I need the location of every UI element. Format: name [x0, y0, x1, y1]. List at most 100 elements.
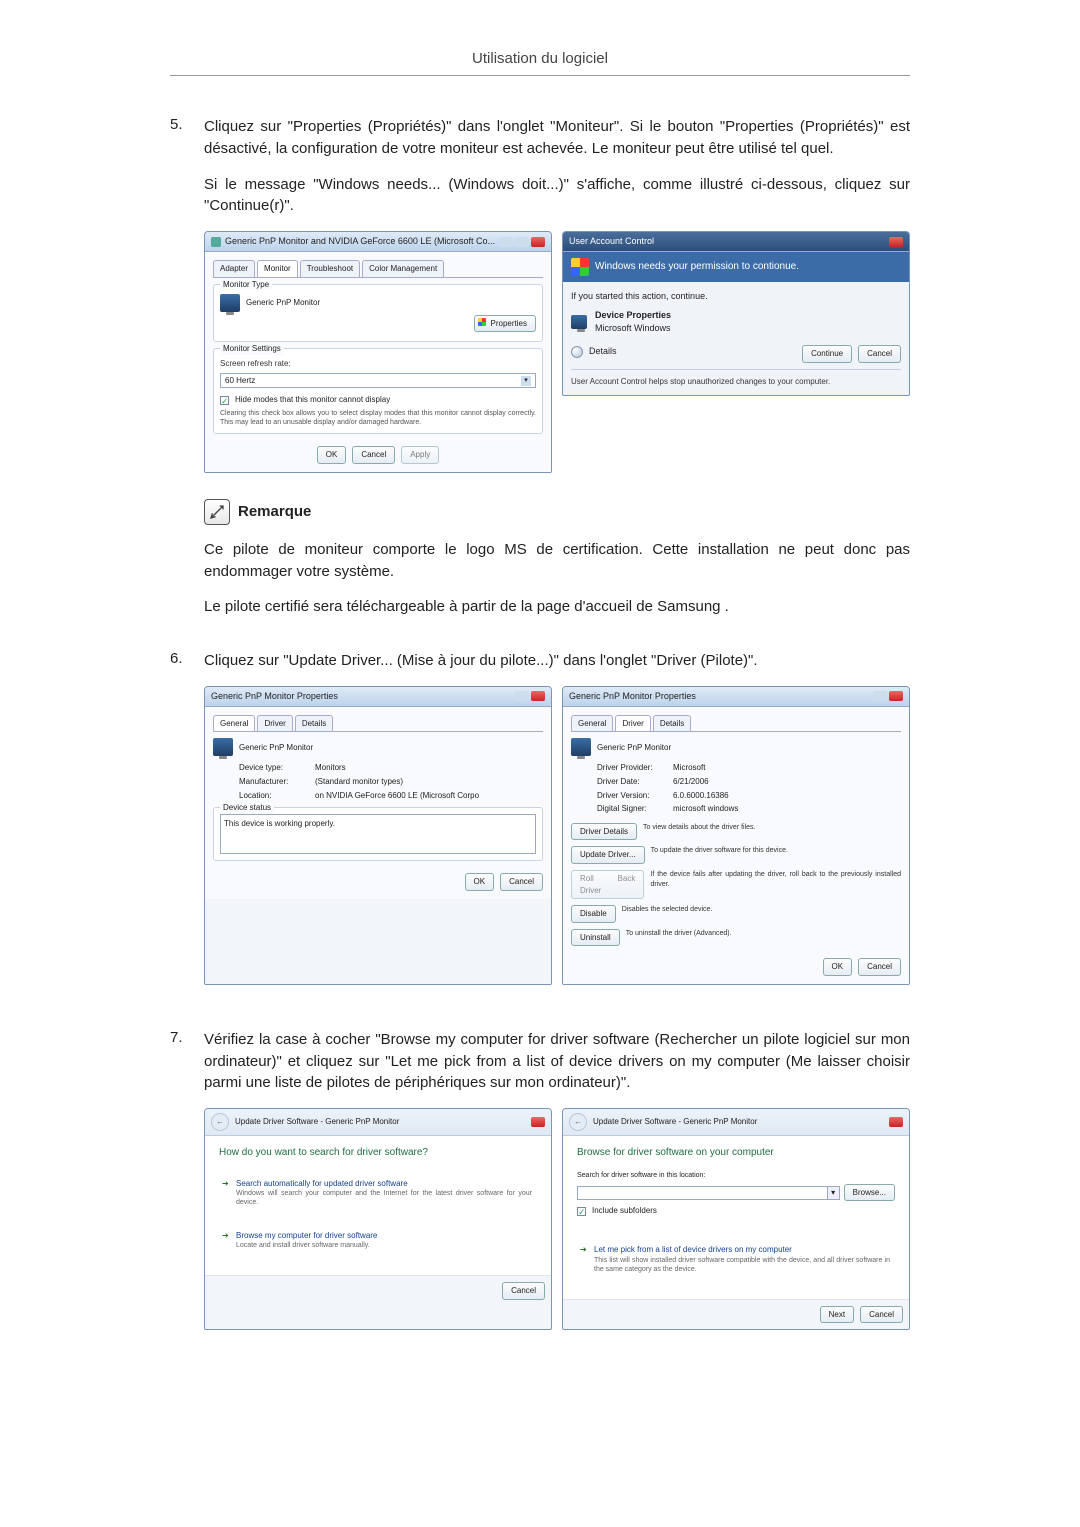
uac-note: User Account Control helps stop unauthor… [571, 369, 901, 388]
tab-details[interactable]: Details [295, 715, 333, 732]
note-icon [204, 499, 230, 525]
chevron-down-icon: ▾ [521, 376, 531, 386]
update-driver-wizard-search: ← Update Driver Software - Generic PnP M… [204, 1108, 552, 1330]
window-icon [211, 237, 221, 247]
tab-troubleshoot[interactable]: Troubleshoot [300, 260, 360, 277]
cancel-button[interactable]: Cancel [500, 873, 543, 891]
tab-general[interactable]: General [571, 715, 613, 732]
uac-program-name: Device Properties [595, 309, 671, 322]
monitor-icon [220, 294, 240, 312]
disable-button[interactable]: Disable [571, 905, 616, 923]
option-subtitle: Windows will search your computer and th… [236, 1189, 532, 1207]
wizard-question: How do you want to search for driver sof… [219, 1146, 537, 1161]
apply-button[interactable]: Apply [401, 446, 439, 464]
refresh-rate-value: 60 Hertz [225, 375, 255, 387]
tab-color-management[interactable]: Color Management [362, 260, 444, 277]
device-status-text: This device is working properly. [220, 814, 536, 854]
refresh-rate-select[interactable]: 60 Hertz ▾ [220, 373, 536, 389]
signer-label: Digital Signer: [597, 803, 667, 815]
include-subfolders-checkbox[interactable] [577, 1207, 586, 1216]
update-driver-button[interactable]: Update Driver... [571, 846, 645, 864]
breadcrumb: Update Driver Software - Generic PnP Mon… [593, 1116, 757, 1128]
back-button[interactable]: ← [211, 1113, 229, 1131]
ok-button[interactable]: OK [465, 873, 495, 891]
option-pick-from-list[interactable]: Let me pick from a list of device driver… [577, 1237, 895, 1281]
properties-button[interactable]: Properties [474, 315, 536, 333]
step7-text: Vérifiez la case à cocher "Browse my com… [204, 1029, 910, 1094]
uac-banner-text: Windows needs your permission to contion… [595, 260, 799, 275]
browse-button[interactable]: Browse... [844, 1184, 895, 1202]
remark-text-1: Ce pilote de moniteur comporte le logo M… [204, 539, 910, 583]
date-label: Driver Date: [597, 776, 667, 788]
close-icon[interactable] [889, 1117, 903, 1127]
close-icon[interactable] [531, 237, 545, 247]
cancel-button[interactable]: Cancel [860, 1306, 903, 1324]
ok-button[interactable]: OK [317, 446, 347, 464]
location-label: Location: [239, 790, 309, 802]
disable-desc: Disables the selected device. [622, 905, 713, 915]
option-title: Search automatically for updated driver … [236, 1178, 532, 1190]
continue-button[interactable]: Continue [802, 345, 852, 363]
cancel-button[interactable]: Cancel [858, 345, 901, 363]
uninstall-button[interactable]: Uninstall [571, 929, 620, 947]
step5-text-2: Si le message "Windows needs... (Windows… [204, 174, 910, 218]
tab-details[interactable]: Details [653, 715, 691, 732]
program-icon [571, 315, 587, 329]
breadcrumb: Update Driver Software - Generic PnP Mon… [235, 1116, 399, 1128]
details-toggle-icon[interactable] [571, 346, 583, 358]
monitor-icon [213, 738, 233, 756]
step-number: 6. [170, 650, 204, 1011]
rollback-button[interactable]: Roll Back Driver [571, 870, 644, 899]
cancel-button[interactable]: Cancel [858, 958, 901, 976]
minimize-icon[interactable] [873, 691, 887, 701]
close-icon[interactable] [531, 691, 545, 701]
close-icon[interactable] [531, 1117, 545, 1127]
hide-modes-label: Hide modes that this monitor cannot disp… [235, 394, 390, 406]
provider-label: Driver Provider: [597, 762, 667, 774]
remark-label: Remarque [238, 501, 311, 523]
device-status-legend: Device status [220, 802, 274, 814]
driver-details-button[interactable]: Driver Details [571, 823, 637, 841]
back-button[interactable]: ← [569, 1113, 587, 1131]
option-title: Let me pick from a list of device driver… [594, 1244, 890, 1256]
device-name: Generic PnP Monitor [597, 742, 671, 754]
minimize-icon[interactable] [515, 691, 529, 701]
device-type-value: Monitors [315, 762, 543, 774]
rollback-desc: If the device fails after updating the d… [650, 870, 901, 890]
uac-started-text: If you started this action, continue. [571, 290, 901, 303]
tab-driver[interactable]: Driver [257, 715, 292, 732]
cancel-button[interactable]: Cancel [352, 446, 395, 464]
tab-driver[interactable]: Driver [615, 715, 650, 732]
driver-details-desc: To view details about the driver files. [643, 823, 755, 833]
monitor-properties-dialog: Generic PnP Monitor and NVIDIA GeForce 6… [204, 231, 552, 473]
version-label: Driver Version: [597, 790, 667, 802]
manufacturer-label: Manufacturer: [239, 776, 309, 788]
provider-value: Microsoft [673, 762, 901, 774]
tab-adapter[interactable]: Adapter [213, 260, 255, 277]
tab-general[interactable]: General [213, 715, 255, 732]
uac-dialog: User Account Control Windows needs your … [562, 231, 910, 396]
cancel-button[interactable]: Cancel [502, 1282, 545, 1300]
device-type-label: Device type: [239, 762, 309, 774]
wizard-heading: Browse for driver software on your compu… [577, 1146, 895, 1161]
minimize-icon[interactable] [499, 237, 513, 247]
location-label: Search for driver software in this locat… [577, 1171, 895, 1181]
close-icon[interactable] [889, 691, 903, 701]
option-search-auto[interactable]: Search automatically for updated driver … [219, 1171, 537, 1215]
monitor-name: Generic PnP Monitor [246, 297, 320, 309]
date-value: 6/21/2006 [673, 776, 901, 788]
option-browse-computer[interactable]: Browse my computer for driver software L… [219, 1223, 537, 1258]
ok-button[interactable]: OK [823, 958, 853, 976]
details-label[interactable]: Details [589, 345, 617, 358]
next-button[interactable]: Next [820, 1306, 854, 1324]
refresh-rate-label: Screen refresh rate: [220, 358, 291, 370]
maximize-icon[interactable] [515, 237, 529, 247]
signer-value: microsoft windows [673, 803, 901, 815]
close-icon[interactable] [889, 237, 903, 247]
manufacturer-value: (Standard monitor types) [315, 776, 543, 788]
hide-modes-checkbox[interactable] [220, 396, 229, 405]
window-title: Generic PnP Monitor Properties [569, 690, 869, 703]
option-subtitle: This list will show installed driver sof… [594, 1256, 890, 1274]
path-combobox[interactable]: ▾ [577, 1186, 840, 1200]
tab-monitor[interactable]: Monitor [257, 260, 298, 277]
